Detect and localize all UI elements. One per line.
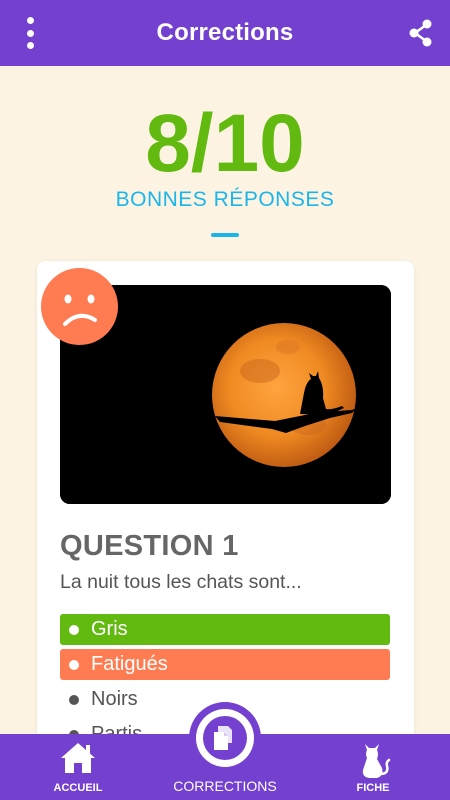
answer-wrong: Fatigués [60, 649, 390, 680]
question-text: La nuit tous les chats sont... [60, 571, 302, 593]
documents-icon [203, 716, 247, 760]
answer-correct: Gris [60, 614, 390, 645]
nav-corrections-label: CORRECTIONS [173, 778, 277, 794]
page-title: Corrections [156, 19, 294, 46]
share-icon[interactable] [406, 18, 436, 48]
fab-background [196, 709, 254, 767]
nav-fiche-button[interactable]: FICHE [333, 734, 413, 800]
answer-label: Gris [91, 618, 128, 640]
nav-home-label: ACCUEIL [53, 782, 103, 794]
nav-fiche-label: FICHE [356, 782, 390, 794]
answer-label: Noirs [91, 688, 138, 710]
home-icon [61, 743, 95, 773]
cat-icon [362, 744, 391, 778]
divider [211, 233, 239, 237]
corrections-fab[interactable] [189, 702, 261, 774]
question-title: QUESTION 1 [60, 530, 239, 562]
score-value: 8/10 [145, 98, 305, 189]
nav-home-button[interactable]: ACCUEIL [38, 734, 118, 800]
bullet-icon [69, 694, 79, 705]
answer-label: Fatigués [91, 653, 168, 675]
score-label: BONNES RÉPONSES [115, 188, 335, 211]
top-app-bar: Corrections [0, 0, 450, 66]
bullet-icon [69, 659, 79, 670]
more-options-icon[interactable] [18, 15, 42, 51]
sad-face-icon [41, 268, 118, 345]
bullet-icon [69, 624, 79, 635]
